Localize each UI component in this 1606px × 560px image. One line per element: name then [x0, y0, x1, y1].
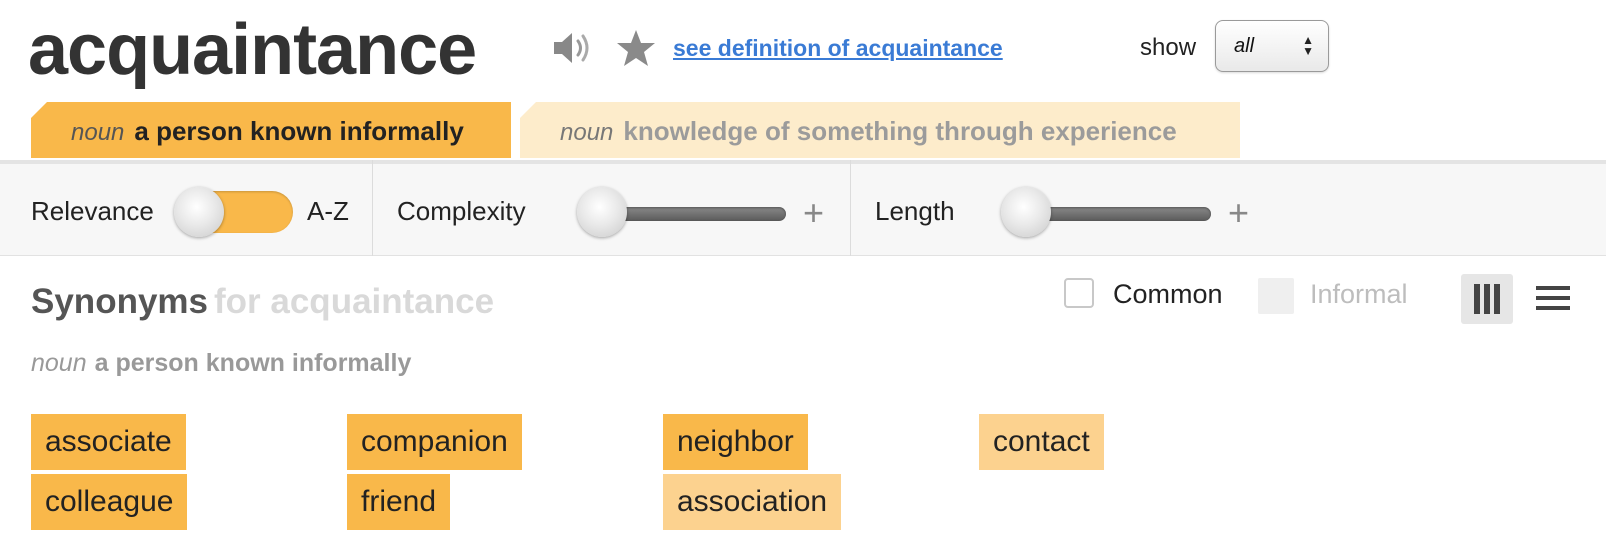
synonyms-title: Synonyms — [31, 282, 208, 321]
tab-pos: noun — [560, 119, 614, 146]
informal-label[interactable]: Informal — [1310, 278, 1408, 310]
length-plus-icon[interactable]: + — [1228, 195, 1249, 231]
tab-definition: a person known informally — [134, 116, 464, 146]
list-icon — [1536, 286, 1570, 310]
tab-sense-1[interactable]: noun a person known informally — [31, 102, 511, 158]
synonym-chip[interactable]: association — [663, 474, 842, 530]
length-slider-knob[interactable] — [1001, 187, 1051, 237]
synonyms-heading: Synonyms for acquaintance — [31, 282, 494, 322]
tab-pos: noun — [71, 119, 125, 146]
columns-icon — [1474, 284, 1500, 314]
see-definition-link[interactable]: see definition of acquaintance — [673, 32, 1003, 64]
synonym-chip[interactable]: friend — [347, 474, 451, 530]
sense-subtitle-pos: noun — [31, 349, 87, 377]
tab-sense-2[interactable]: noun knowledge of something through exper… — [520, 102, 1240, 158]
informal-checkbox[interactable] — [1258, 278, 1294, 314]
show-select[interactable]: all ▲ ▼ — [1215, 20, 1329, 72]
complexity-label: Complexity — [397, 196, 526, 226]
filter-divider — [372, 160, 373, 256]
tab-definition: knowledge of something through experienc… — [623, 116, 1177, 146]
speaker-icon[interactable] — [552, 28, 596, 68]
complexity-plus-icon[interactable]: + — [803, 195, 824, 231]
sort-relevance-label: Relevance — [31, 196, 154, 226]
length-slider-track[interactable] — [1025, 207, 1211, 221]
sort-az-label: A-Z — [307, 196, 349, 226]
length-label: Length — [875, 196, 955, 226]
column-view-button[interactable] — [1461, 274, 1513, 324]
filter-divider — [850, 160, 851, 256]
word-title: acquaintance — [28, 10, 477, 90]
complexity-slider-track[interactable] — [600, 207, 786, 221]
complexity-slider-knob[interactable] — [577, 187, 627, 237]
sort-toggle-knob[interactable] — [174, 187, 224, 237]
list-view-button[interactable] — [1532, 274, 1574, 324]
sort-toggle[interactable] — [174, 187, 293, 237]
synonym-chip[interactable]: associate — [31, 414, 186, 470]
synonym-chip[interactable]: colleague — [31, 474, 188, 530]
synonyms-title-suffix: for acquaintance — [214, 282, 495, 321]
show-select-value: all — [1234, 35, 1255, 57]
sense-subtitle: noun a person known informally — [31, 348, 411, 378]
common-checkbox[interactable] — [1064, 278, 1094, 308]
star-icon[interactable] — [616, 28, 656, 68]
sense-subtitle-definition: a person known informally — [94, 349, 412, 377]
common-label[interactable]: Common — [1113, 278, 1223, 310]
synonym-chip[interactable]: neighbor — [663, 414, 808, 470]
show-label: show — [1140, 34, 1197, 61]
synonym-chip[interactable]: contact — [979, 414, 1104, 470]
select-arrows-icon: ▲ ▼ — [1302, 33, 1314, 58]
synonym-chip[interactable]: companion — [347, 414, 522, 470]
